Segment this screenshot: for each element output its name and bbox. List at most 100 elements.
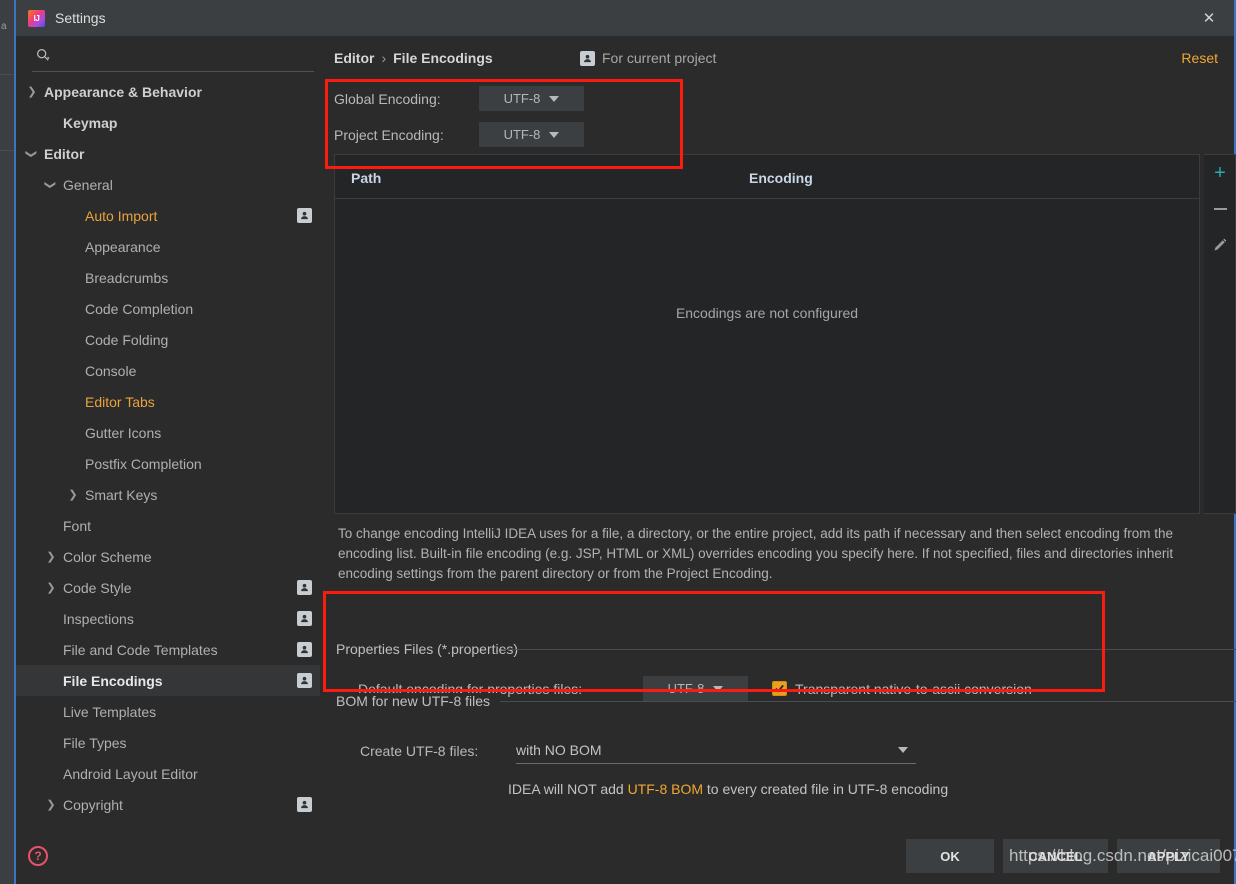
search-input[interactable] [56,44,306,64]
sidebar-item-editor[interactable]: ❯ Editor [16,138,320,169]
sidebar-item-gutter-icons[interactable]: Gutter Icons [16,417,320,448]
global-encoding-row: Global Encoding: UTF-8 [334,86,584,111]
sidebar-item-label: File Types [63,734,127,751]
sidebar-item-label: Appearance [85,238,161,255]
project-encoding-value: UTF-8 [503,127,541,142]
sidebar-item-label: File and Code Templates [63,641,218,658]
sidebar-item-editor-tabs[interactable]: Editor Tabs [16,386,320,417]
sidebar-item-label: Font [63,517,92,534]
sidebar-item-label: Code Completion [85,300,194,317]
sidebar-item-smart-keys[interactable]: ❯ Smart Keys [16,479,320,510]
global-encoding-value: UTF-8 [503,91,541,106]
sidebar-item-label: Appearance & Behavior [44,83,202,100]
sidebar-item-copyright[interactable]: ❯ Copyright [16,789,320,820]
sidebar-item-appearance-behavior[interactable]: ❯ Appearance & Behavior [16,76,320,107]
bom-hint-prefix: IDEA will NOT add [508,781,628,797]
sidebar-item-general[interactable]: ❯ General [16,169,320,200]
sidebar-item-appearance[interactable]: Appearance [16,231,320,262]
column-header-encoding[interactable]: Encoding [749,170,813,186]
sidebar-item-label: Live Templates [63,703,157,720]
transparent-conversion-checkbox[interactable] [772,681,787,696]
add-encoding-button[interactable]: + [1204,155,1236,191]
sidebar-item-label: Postfix Completion [85,455,202,472]
breadcrumb-parent[interactable]: Editor [334,50,374,66]
person-badge-icon [297,580,312,595]
sidebar-item-file-encodings[interactable]: File Encodings [16,665,320,696]
sidebar-item-file-and-code-templates[interactable]: File and Code Templates [16,634,320,665]
sidebar-item-breadcrumbs[interactable]: Breadcrumbs [16,262,320,293]
chevron-down-icon[interactable]: ❯ [26,148,38,160]
sidebar-item-console[interactable]: Console [16,355,320,386]
sidebar-item-inspections[interactable]: Inspections [16,603,320,634]
sidebar-item-android-layout-editor[interactable]: Android Layout Editor [16,758,320,789]
sidebar-item-auto-import[interactable]: Auto Import [16,200,320,231]
help-question-icon[interactable]: ? [28,846,48,866]
chevron-right-icon[interactable]: ❯ [26,86,38,98]
apply-button[interactable]: APPLY [1117,839,1220,873]
chevron-down-icon [549,131,560,138]
sidebar-item-font[interactable]: Font [16,510,320,541]
window-title: Settings [55,10,106,26]
edit-encoding-button[interactable] [1204,227,1236,263]
global-encoding-label: Global Encoding: [334,90,441,107]
cancel-button[interactable]: CANCEL [1003,839,1108,873]
person-badge-icon [297,797,312,812]
check-icon [775,684,784,693]
chevron-down-icon[interactable]: ❯ [45,179,57,191]
person-badge-icon [580,50,595,66]
chevron-right-icon[interactable]: ❯ [67,489,79,501]
pencil-icon [1214,238,1227,251]
bom-hint-accent: UTF-8 BOM [627,781,704,797]
for-current-project: For current project [580,50,716,66]
sidebar-item-code-style[interactable]: ❯ Code Style [16,572,320,603]
project-encoding-row: Project Encoding: UTF-8 [334,122,584,147]
ok-button[interactable]: OK [906,839,994,873]
sidebar-item-label: Editor [44,145,85,162]
sidebar-item-keymap[interactable]: Keymap [16,107,320,138]
sidebar-item-label: Auto Import [85,207,158,224]
chevron-right-icon[interactable]: ❯ [45,551,57,563]
person-badge-icon [297,673,312,688]
close-icon[interactable]: ✕ [1192,6,1226,30]
chevron-down-icon [713,685,724,692]
sidebar-item-code-folding[interactable]: Code Folding [16,324,320,355]
person-badge-icon [297,611,312,626]
reset-link[interactable]: Reset [1181,50,1218,66]
encodings-description: To change encoding IntelliJ IDEA uses fo… [338,526,1174,581]
sidebar-item-label: Breadcrumbs [85,269,169,286]
remove-encoding-button[interactable] [1204,191,1236,227]
sidebar-item-file-types[interactable]: File Types [16,727,320,758]
transparent-conversion-label: Transparent native-to-ascii conversion [795,680,1032,697]
settings-tree: ❯ Appearance & Behavior Keymap ❯ Editor ❯ Gene… [16,76,320,820]
project-encoding-combo[interactable]: UTF-8 [479,122,584,147]
title-bar: Settings ✕ [16,0,1234,36]
column-header-path[interactable]: Path [351,170,381,186]
search-row[interactable] [16,36,320,72]
default-properties-encoding-value: UTF-8 [667,681,705,696]
background-ide-strip: a [0,0,14,884]
sidebar-item-label: Code Folding [85,331,169,348]
sidebar-item-color-scheme[interactable]: ❯ Color Scheme [16,541,320,572]
table-header-row: Path Encoding [335,155,1199,199]
create-utf8-label: Create UTF-8 files: [360,743,479,759]
create-utf8-combo[interactable]: with NO BOM [516,736,916,764]
search-icon[interactable] [36,48,50,62]
person-badge-icon [297,208,312,223]
table-toolbar: + [1204,154,1236,514]
project-encoding-label: Project Encoding: [334,126,444,143]
chevron-right-icon[interactable]: ❯ [45,582,57,594]
sidebar-item-label: Code Style [63,579,132,596]
default-properties-encoding-combo[interactable]: UTF-8 [643,676,748,701]
sidebar-item-live-templates[interactable]: Live Templates [16,696,320,727]
sidebar-item-postfix-completion[interactable]: Postfix Completion [16,448,320,479]
breadcrumb: Editor › File Encodings [334,50,493,66]
plus-icon: + [1214,162,1226,184]
chevron-down-icon [549,95,560,102]
chevron-right-icon[interactable]: ❯ [45,799,57,811]
global-encoding-combo[interactable]: UTF-8 [479,86,584,111]
settings-content-panel: Editor › File Encodings For current proj… [320,36,1236,884]
sidebar-item-label: Editor Tabs [85,393,155,410]
properties-group-title: Properties Files (*.properties) [336,641,527,657]
sidebar-item-code-completion[interactable]: Code Completion [16,293,320,324]
transparent-conversion-row[interactable]: Transparent native-to-ascii conversion [772,681,1032,697]
